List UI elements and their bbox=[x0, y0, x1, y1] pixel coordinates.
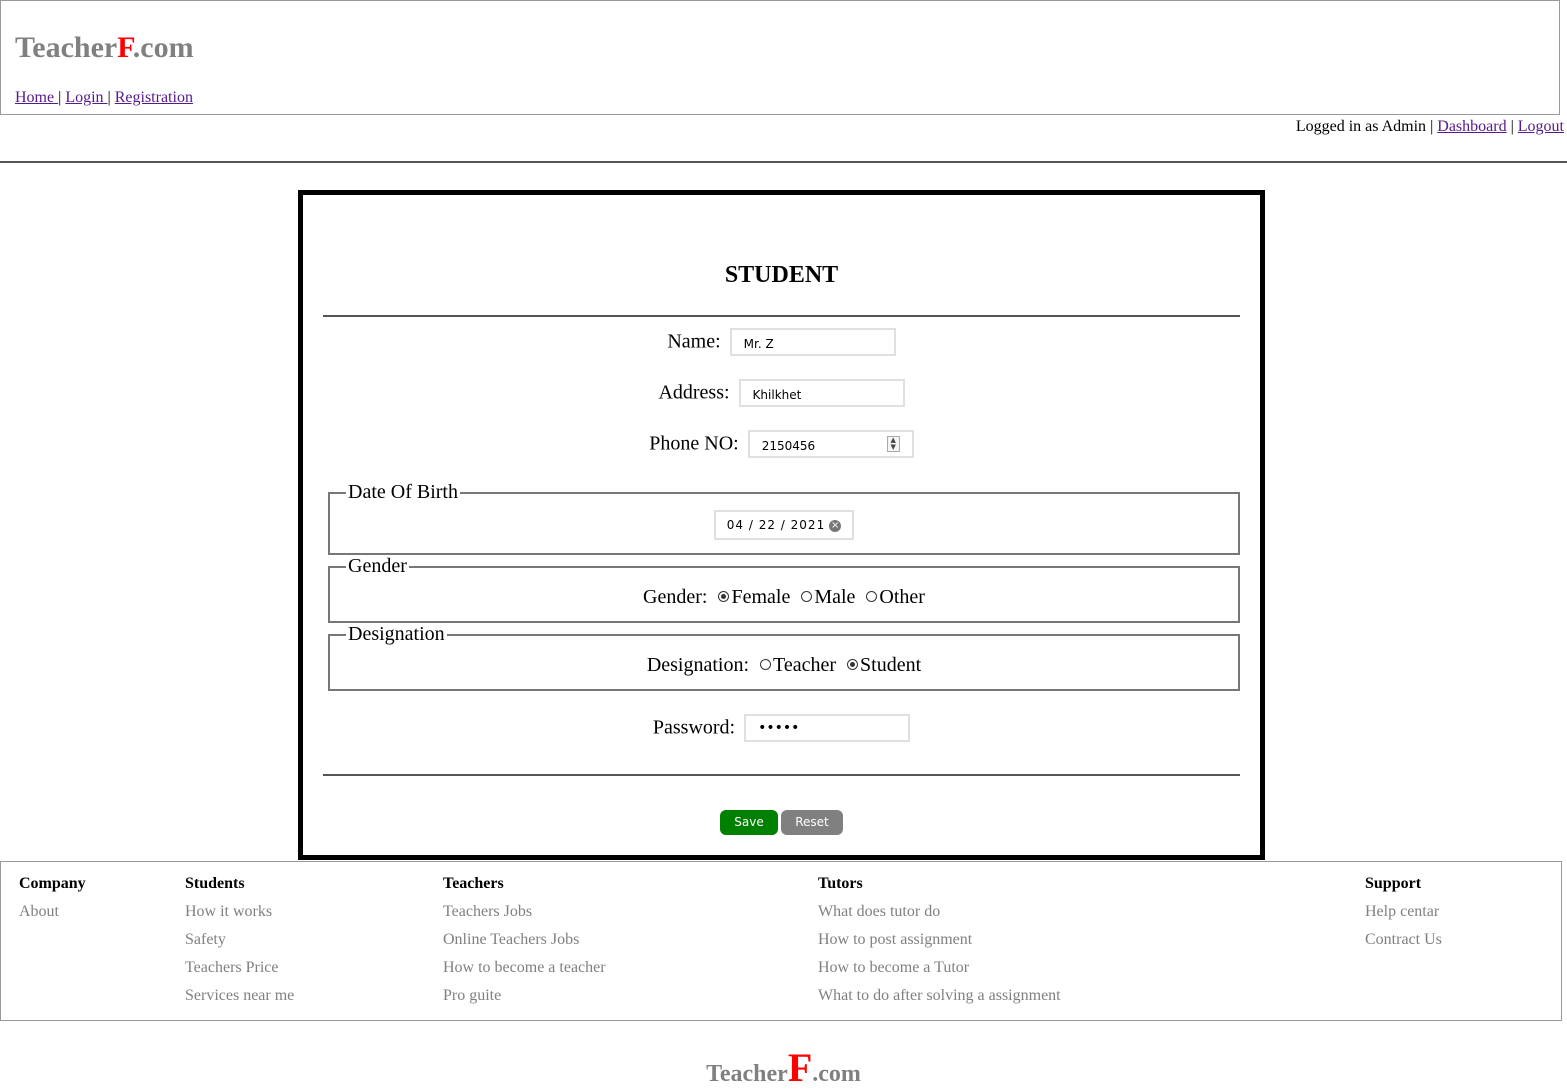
designation-student-radio[interactable] bbox=[847, 659, 859, 671]
name-label: Name: bbox=[667, 330, 721, 353]
site-footer: Company About Students How it works Safe… bbox=[0, 861, 1562, 1021]
footer-link[interactable]: About bbox=[19, 903, 86, 931]
student-form-card: STUDENT Name: Mr. Z Address: Khilkhet Ph… bbox=[298, 190, 1265, 860]
password-row: Password: ••••• bbox=[303, 714, 1260, 742]
gender-fieldset: Gender Gender: Female Male Other bbox=[328, 556, 1240, 623]
gender-other-label[interactable]: Other bbox=[879, 586, 925, 608]
footer-link[interactable]: How to post assignment bbox=[818, 931, 1061, 959]
name-input[interactable]: Mr. Z bbox=[729, 328, 896, 356]
footer-link[interactable]: How to become a teacher bbox=[443, 959, 606, 987]
nav-separator: | bbox=[107, 89, 111, 106]
designation-legend: Designation bbox=[346, 623, 447, 645]
footer-logo-prefix: Teacher bbox=[706, 1061, 788, 1087]
footer-col-company: Company About bbox=[19, 875, 86, 931]
footer-heading: Teachers bbox=[443, 875, 504, 892]
footer-link[interactable]: What to do after solving a assignment bbox=[818, 987, 1061, 1015]
phone-input[interactable]: 2150456 ▲ ▼ bbox=[747, 430, 914, 458]
form-title: STUDENT bbox=[724, 262, 839, 288]
nav-separator: | bbox=[58, 89, 62, 106]
address-label: Address: bbox=[658, 381, 730, 404]
dob-fieldset: Date Of Birth 04 / 22 / 2021 × bbox=[328, 482, 1240, 555]
gender-other-radio[interactable] bbox=[866, 591, 878, 603]
gender-label: Gender: bbox=[643, 586, 708, 608]
site-header: TeacherF.com Home | Login | Registration bbox=[0, 0, 1560, 115]
footer-col-support: Support Help centar Contract Us bbox=[1365, 875, 1442, 959]
nav-login-link[interactable]: Login bbox=[65, 89, 107, 106]
name-row: Name: Mr. Z bbox=[303, 328, 1260, 356]
gender-male-radio[interactable] bbox=[801, 591, 813, 603]
footer-link[interactable]: Safety bbox=[185, 931, 294, 959]
footer-col-students: Students How it works Safety Teachers Pr… bbox=[185, 875, 294, 1015]
designation-fieldset: Designation Designation: Teacher Student bbox=[328, 624, 1240, 691]
footer-col-tutors: Tutors What does tutor do How to post as… bbox=[818, 875, 1061, 1015]
save-button[interactable]: Save bbox=[720, 810, 778, 835]
address-input[interactable]: Khilkhet bbox=[738, 379, 905, 407]
main-nav: Home | Login | Registration bbox=[15, 89, 193, 107]
footer-heading: Students bbox=[185, 875, 245, 892]
form-bottom-divider bbox=[323, 774, 1240, 776]
dob-value: 04 / 22 / 2021 bbox=[726, 518, 826, 532]
gender-female-label[interactable]: Female bbox=[731, 586, 790, 608]
user-bar: Logged in as Admin | Dashboard | Logout bbox=[1296, 118, 1564, 136]
footer-heading: Support bbox=[1365, 875, 1422, 892]
number-spinner-icon[interactable]: ▲ ▼ bbox=[886, 436, 900, 452]
footer-link[interactable]: How to become a Tutor bbox=[818, 959, 1061, 987]
footer-logo-letter: F bbox=[787, 1045, 813, 1090]
userbar-separator: | bbox=[1510, 118, 1514, 135]
footer-logo: TeacherF.com bbox=[0, 1044, 1567, 1091]
login-status: Logged in as Admin bbox=[1295, 118, 1427, 135]
reset-button[interactable]: Reset bbox=[781, 810, 843, 835]
footer-link[interactable]: Help centar bbox=[1365, 903, 1442, 931]
logo-suffix: .com bbox=[132, 31, 194, 64]
header-divider bbox=[0, 161, 1567, 163]
logo-prefix: Teacher bbox=[15, 31, 118, 64]
form-actions: Save Reset bbox=[303, 810, 1260, 835]
dob-legend: Date Of Birth bbox=[346, 481, 460, 503]
phone-label: Phone NO: bbox=[649, 432, 739, 455]
footer-link[interactable]: Online Teachers Jobs bbox=[443, 931, 606, 959]
logout-link[interactable]: Logout bbox=[1518, 118, 1564, 135]
password-label: Password: bbox=[652, 716, 736, 739]
footer-link[interactable]: Teachers Jobs bbox=[443, 903, 606, 931]
footer-link[interactable]: Contract Us bbox=[1365, 931, 1442, 959]
footer-link[interactable]: Pro guite bbox=[443, 987, 606, 1015]
designation-teacher-label[interactable]: Teacher bbox=[773, 654, 836, 676]
footer-heading: Company bbox=[19, 875, 86, 892]
designation-student-label[interactable]: Student bbox=[860, 654, 921, 676]
gender-row: Gender: Female Male Other bbox=[330, 586, 1238, 609]
nav-registration-link[interactable]: Registration bbox=[115, 89, 193, 106]
designation-row: Designation: Teacher Student bbox=[330, 654, 1238, 677]
footer-logo-suffix: .com bbox=[812, 1061, 861, 1087]
footer-link[interactable]: Teachers Price bbox=[185, 959, 294, 987]
clear-date-icon[interactable]: × bbox=[829, 520, 842, 532]
nav-home-link[interactable]: Home bbox=[15, 89, 58, 106]
gender-legend: Gender bbox=[346, 555, 409, 577]
phone-row: Phone NO: 2150456 ▲ ▼ bbox=[303, 430, 1260, 458]
footer-link[interactable]: What does tutor do bbox=[818, 903, 1061, 931]
userbar-separator: | bbox=[1430, 118, 1434, 135]
footer-col-teachers: Teachers Teachers Jobs Online Teachers J… bbox=[443, 875, 606, 1015]
dob-date-input[interactable]: 04 / 22 / 2021 × bbox=[714, 510, 854, 540]
dashboard-link[interactable]: Dashboard bbox=[1437, 118, 1506, 135]
gender-male-label[interactable]: Male bbox=[814, 586, 855, 608]
designation-teacher-radio[interactable] bbox=[760, 659, 772, 671]
designation-label: Designation: bbox=[646, 654, 750, 676]
site-logo[interactable]: TeacherF.com bbox=[15, 31, 194, 65]
footer-link[interactable]: How it works bbox=[185, 903, 294, 931]
footer-heading: Tutors bbox=[818, 875, 863, 892]
footer-link[interactable]: Services near me bbox=[185, 987, 294, 1015]
phone-value: 2150456 bbox=[761, 439, 816, 453]
password-input[interactable]: ••••• bbox=[744, 714, 911, 742]
address-row: Address: Khilkhet bbox=[303, 379, 1260, 407]
logo-letter: F bbox=[117, 31, 133, 64]
gender-female-radio[interactable] bbox=[718, 591, 730, 603]
form-top-divider bbox=[323, 315, 1240, 317]
